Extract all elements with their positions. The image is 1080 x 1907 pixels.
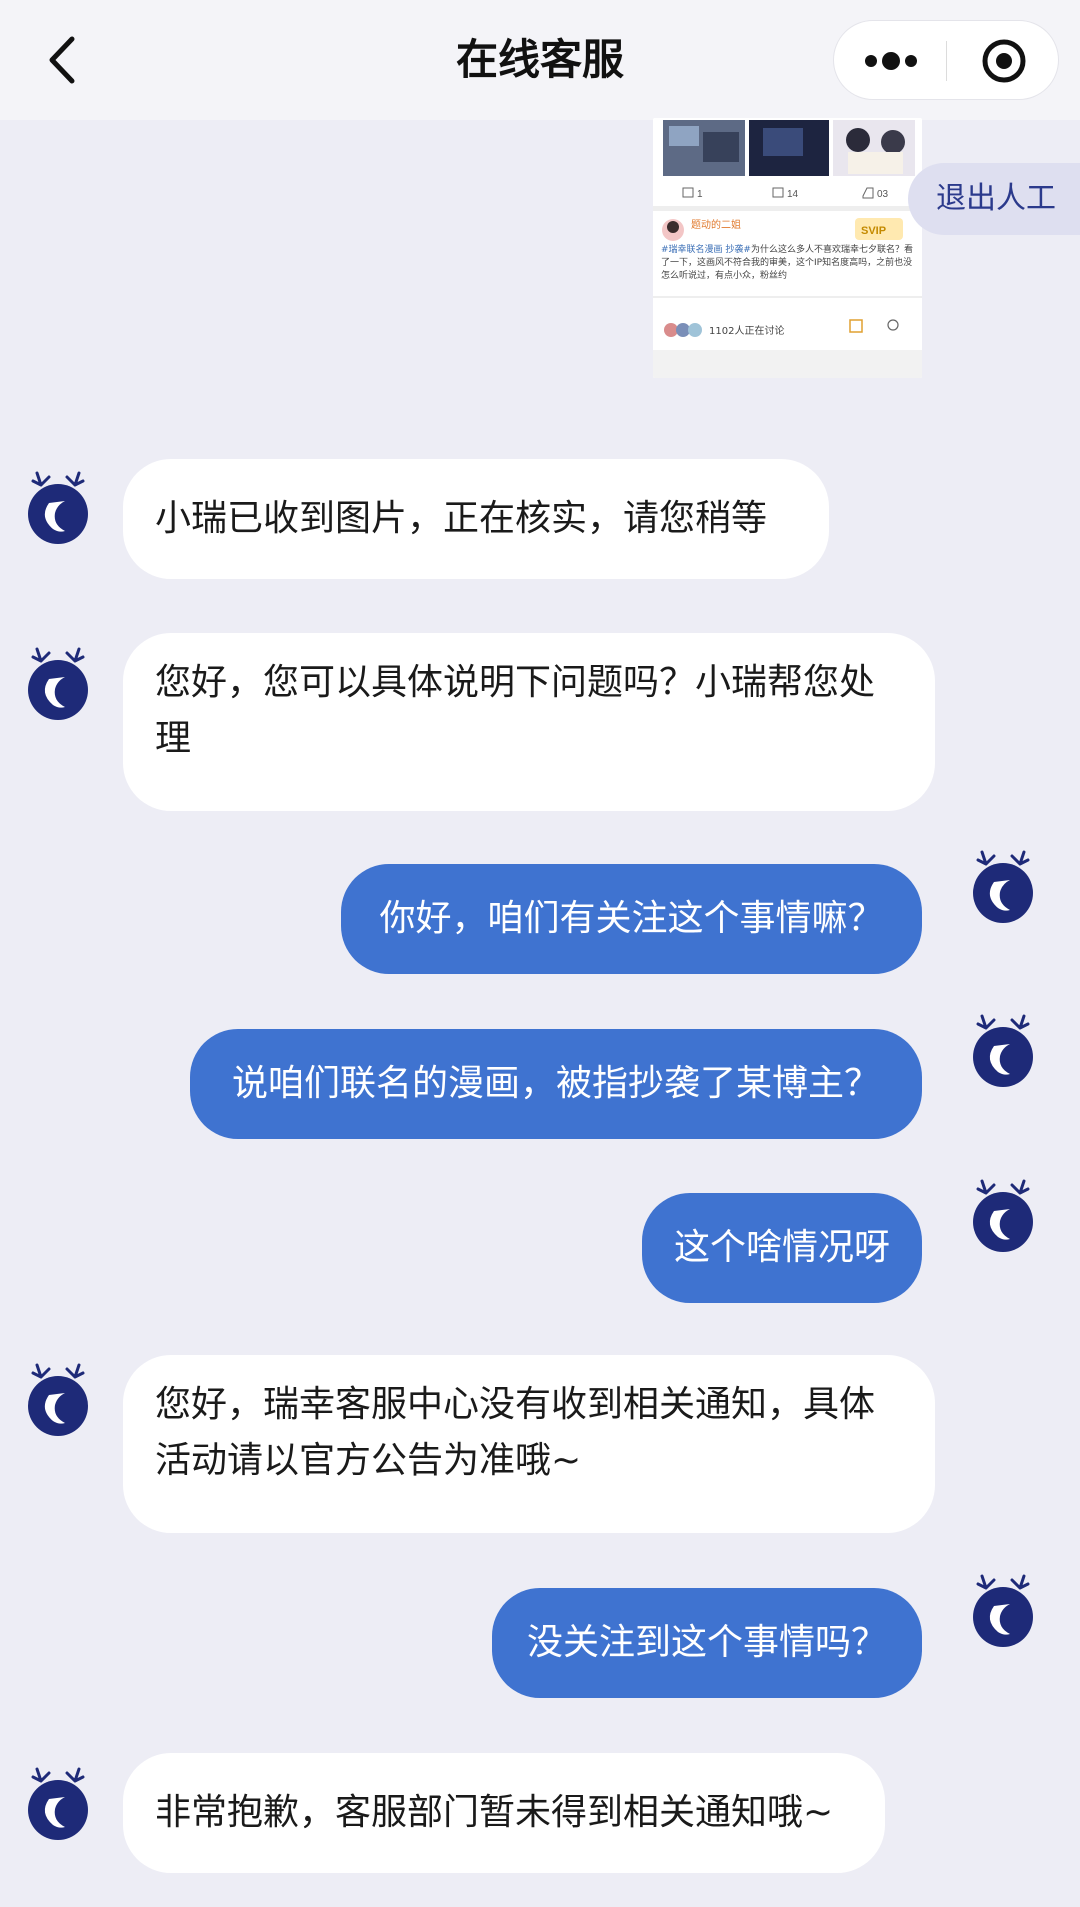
deer-logo-icon <box>973 850 1033 923</box>
agent-avatar <box>27 647 89 720</box>
shared-screenshot-image[interactable]: 1 14 03 题动的二姐 SVIP #瑞幸联名漫画 抄袭#为什么这么多人不喜欢… <box>653 118 922 378</box>
mini-program-capsule <box>833 20 1059 100</box>
exit-human-agent-button[interactable]: 退出人工 <box>908 163 1080 235</box>
agent-message-bubble: 非常抱歉，客服部门暂未得到相关通知哦~ <box>123 1753 885 1873</box>
repost-count: 1 <box>697 189 703 200</box>
more-dots-icon <box>864 52 917 70</box>
user-message-bubble: 这个啥情况呀 <box>642 1193 922 1303</box>
post-user: 题动的二姐 <box>691 218 741 231</box>
user-avatar <box>972 850 1034 923</box>
user-message-bubble: 没关注到这个事情吗？ <box>492 1588 922 1698</box>
deer-logo-icon <box>973 1179 1033 1252</box>
post-tag: #瑞幸联名漫画 抄袭# <box>661 245 751 255</box>
discussion-count: 1102人正在讨论 <box>709 324 784 337</box>
agent-avatar <box>27 1363 89 1436</box>
user-message-bubble: 你好，咱们有关注这个事情嘛？ <box>341 864 922 974</box>
agent-avatar <box>27 471 89 544</box>
screenshot-thumbnail: 1 14 03 题动的二姐 SVIP #瑞幸联名漫画 抄袭#为什么这么多人不喜欢… <box>653 118 922 378</box>
target-circle-icon <box>982 39 1025 83</box>
like-count: 03 <box>877 189 889 200</box>
back-button[interactable] <box>38 30 86 90</box>
more-button[interactable] <box>834 21 947 101</box>
user-avatar <box>972 1179 1034 1252</box>
comment-count: 14 <box>787 189 799 200</box>
user-avatar <box>972 1014 1034 1087</box>
agent-avatar <box>27 1767 89 1840</box>
user-avatar <box>972 1574 1034 1647</box>
deer-logo-icon <box>28 1363 88 1436</box>
deer-logo-icon <box>28 647 88 720</box>
deer-logo-icon <box>28 1767 88 1840</box>
agent-message-bubble: 您好，瑞幸客服中心没有收到相关通知，具体活动请以官方公告为准哦~ <box>123 1355 935 1533</box>
deer-logo-icon <box>973 1574 1033 1647</box>
close-button[interactable] <box>947 21 1060 101</box>
svg-text:SVIP: SVIP <box>861 225 886 237</box>
header-bar: 在线客服 <box>0 0 1080 120</box>
agent-message-bubble: 小瑞已收到图片，正在核实，请您稍等 <box>123 459 829 579</box>
agent-message-bubble: 您好，您可以具体说明下问题吗？小瑞帮您处理 <box>123 633 935 811</box>
deer-logo-icon <box>28 471 88 544</box>
user-message-bubble: 说咱们联名的漫画，被指抄袭了某博主？ <box>190 1029 922 1139</box>
chevron-left-icon <box>49 36 75 84</box>
deer-logo-icon <box>973 1014 1033 1087</box>
